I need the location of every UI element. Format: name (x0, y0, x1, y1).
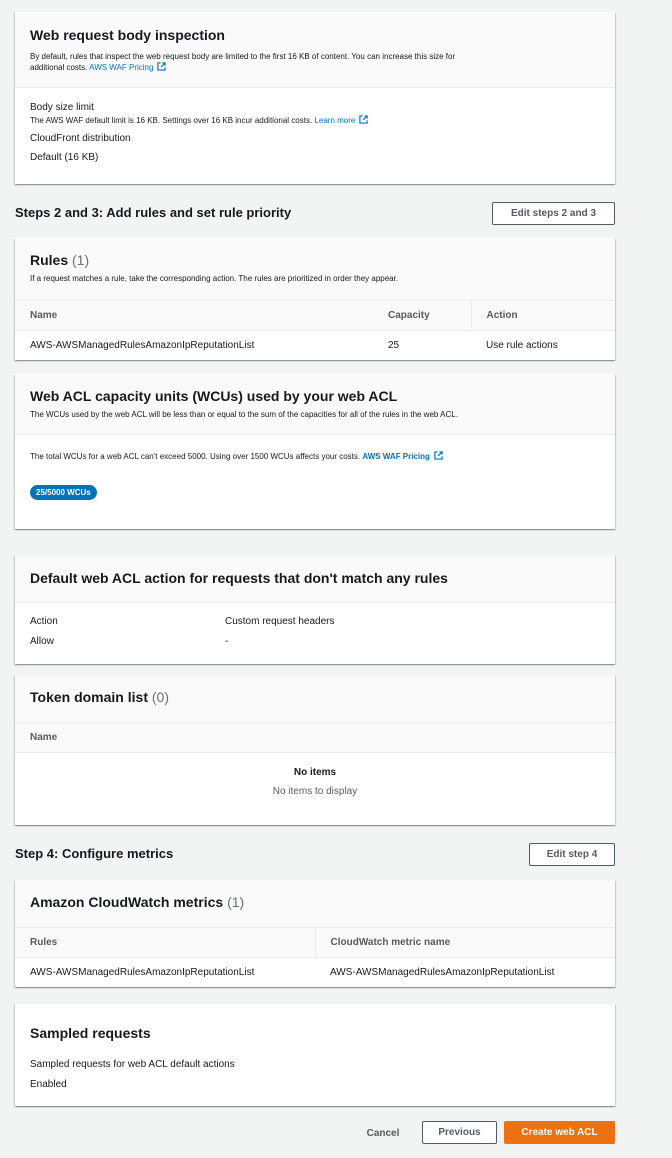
rules-title: Rules (1) (30, 252, 90, 268)
sampled-body: Sampled requests for web ACL default act… (15, 1041, 615, 1090)
step-4-title: Step 4: Configure metrics (15, 846, 174, 861)
cloudwatch-table-header: Rules CloudWatch metric name (15, 927, 615, 958)
column-header-action[interactable]: Action (470, 300, 615, 331)
default-action-header: Default web ACL action for requests that… (15, 555, 615, 603)
learn-more-link[interactable]: Learn more (314, 115, 369, 125)
cloudwatch-title: Amazon CloudWatch metrics (1) (30, 894, 245, 910)
token-domain-table: Name (15, 722, 615, 753)
external-link-icon (157, 62, 167, 71)
rule-name-cell: AWS-AWSManagedRulesAmazonIpReputationLis… (30, 340, 255, 352)
wcu-pricing-link[interactable]: AWS WAF Pricing (362, 451, 443, 461)
wcu-title: Web ACL capacity units (WCUs) used by yo… (30, 388, 398, 404)
body-inspection-header: Web request body inspection By default, … (15, 12, 615, 88)
column-header-name[interactable]: Name (15, 300, 373, 331)
cloudwatch-rule-cell: AWS-AWSManagedRulesAmazonIpReputationLis… (30, 967, 255, 979)
distribution-label: CloudFront distribution (30, 133, 131, 144)
rules-table-header: Name Capacity Action (15, 300, 615, 331)
table-row: AWS-AWSManagedRulesAmazonIpReputationLis… (15, 958, 615, 988)
empty-state-description: No items to display (272, 786, 358, 797)
rules-panel: Rules (1) If a request matches a rule, t… (15, 238, 615, 360)
pricing-link[interactable]: AWS WAF Pricing (89, 62, 167, 72)
custom-headers-value: - (225, 636, 229, 647)
wcu-description: The WCUs used by the web ACL will be les… (30, 410, 458, 419)
distribution-value: Default (16 KB) (30, 152, 99, 163)
external-link-icon (359, 115, 369, 124)
token-domain-header: Token domain list (0) (15, 675, 615, 722)
token-domain-count: (0) (151, 689, 169, 705)
create-web-acl-button[interactable]: Create web ACL (504, 1121, 615, 1144)
body-size-label: Body size limit (30, 102, 94, 113)
cloudwatch-panel: Amazon CloudWatch metrics (1) Rules Clou… (15, 880, 615, 987)
body-inspection-title: Web request body inspection (30, 27, 225, 43)
column-header-rules[interactable]: Rules (15, 927, 315, 958)
rules-header: Rules (1) If a request matches a rule, t… (15, 238, 615, 300)
custom-headers-group: Custom request headers - (225, 616, 335, 647)
sampled-label: Sampled requests for web ACL default act… (30, 1059, 235, 1070)
custom-headers-label: Custom request headers (225, 616, 335, 627)
sampled-value: Enabled (30, 1079, 67, 1090)
external-link-icon (434, 451, 443, 460)
rules-count: (1) (72, 252, 90, 268)
default-action-title: Default web ACL action for requests that… (30, 570, 448, 586)
edit-steps-2-3-button[interactable]: Edit steps 2 and 3 (492, 202, 615, 225)
column-header-name[interactable]: Name (15, 722, 615, 753)
empty-state-title: No items (293, 767, 337, 778)
wcu-badge: 25/5000 WCUs (30, 485, 97, 500)
cloudwatch-header: Amazon CloudWatch metrics (1) (15, 880, 615, 927)
wcu-panel: Web ACL capacity units (WCUs) used by yo… (15, 374, 615, 529)
cloudwatch-metric-cell: AWS-AWSManagedRulesAmazonIpReputationLis… (330, 967, 555, 979)
rules-table: Name Capacity Action AWS-AWSManagedRules… (15, 300, 615, 361)
rules-description: If a request matches a rule, take the co… (30, 274, 399, 283)
edit-step-4-button[interactable]: Edit step 4 (529, 843, 615, 866)
wcu-header: Web ACL capacity units (WCUs) used by yo… (15, 374, 615, 435)
table-row: AWS-AWSManagedRulesAmazonIpReputationLis… (15, 331, 615, 361)
token-domain-table-header: Name (15, 722, 615, 753)
cloudwatch-count: (1) (227, 894, 245, 910)
rule-capacity-cell: 25 (388, 340, 400, 352)
default-action-panel: Default web ACL action for requests that… (15, 555, 615, 664)
token-domain-title: Token domain list (0) (30, 689, 169, 705)
rule-action-cell: Use rule actions (486, 340, 558, 352)
steps-2-3-title: Steps 2 and 3: Add rules and set rule pr… (15, 205, 292, 220)
wcu-body: The total WCUs for a web ACL can't excee… (15, 435, 615, 513)
wcu-note: The total WCUs for a web ACL can't excee… (30, 451, 600, 461)
sampled-panel: Sampled requests Sampled requests for we… (15, 1004, 615, 1106)
empty-state: No items No items to display (15, 753, 615, 797)
cancel-button[interactable]: Cancel (358, 1122, 408, 1145)
body-inspection-body: Body size limit The AWS WAF default limi… (15, 88, 615, 176)
body-size-note: The AWS WAF default limit is 16 KB. Sett… (30, 115, 600, 125)
body-inspection-panel: Web request body inspection By default, … (15, 12, 615, 184)
sampled-header: Sampled requests (15, 1004, 615, 1041)
previous-button[interactable]: Previous (422, 1121, 497, 1144)
default-action-body: Action Allow Custom request headers - (15, 603, 615, 660)
body-inspection-description: By default, rules that inspect the web r… (30, 52, 456, 72)
token-domain-panel: Token domain list (0) Name No items No i… (15, 675, 615, 825)
cloudwatch-table: Rules CloudWatch metric name AWS-AWSMana… (15, 927, 615, 988)
column-header-capacity[interactable]: Capacity (373, 300, 471, 331)
sampled-title: Sampled requests (30, 1025, 151, 1041)
column-header-metric-name[interactable]: CloudWatch metric name (314, 927, 615, 958)
wcu-badge-wrap: 25/5000 WCUs (30, 482, 600, 500)
